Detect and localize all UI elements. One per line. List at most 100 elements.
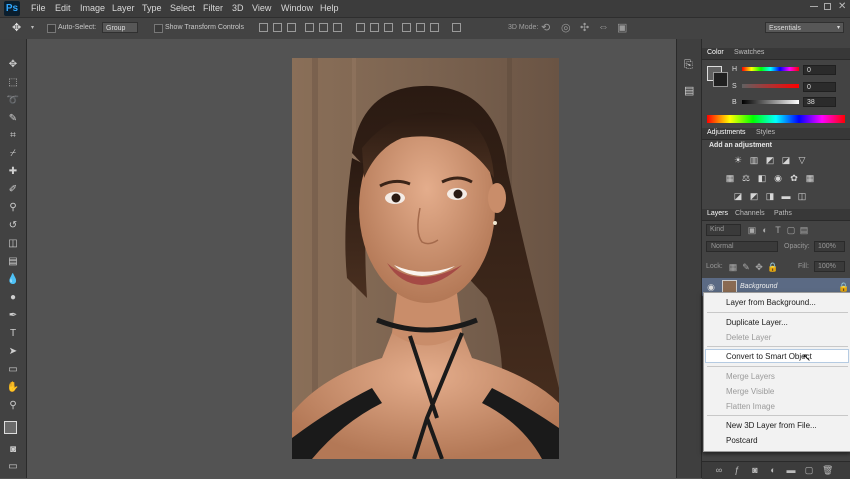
3d-slide-icon[interactable]: ⇔ [598, 21, 609, 33]
auto-select-dropdown[interactable]: Group [102, 22, 138, 33]
menu-filter[interactable]: Filter [203, 3, 223, 13]
filter-kind-dropdown[interactable]: Kind [706, 224, 741, 236]
show-transform-checkbox[interactable] [154, 24, 163, 33]
threshold-icon[interactable]: ◨ [765, 192, 775, 201]
auto-select-checkbox[interactable] [47, 24, 56, 33]
delete-layer-icon[interactable]: 🗑 [822, 466, 833, 475]
saturation-value[interactable]: 0 [803, 82, 836, 92]
menu-item-postcard[interactable]: Postcard [726, 436, 758, 445]
invert-icon[interactable]: ◪ [733, 192, 743, 201]
layer-mask-icon[interactable]: ◙ [750, 466, 760, 475]
exposure-icon[interactable]: ◪ [781, 156, 791, 165]
visibility-eye-icon[interactable]: ◉ [706, 283, 716, 292]
tab-paths[interactable]: Paths [774, 210, 792, 217]
new-adjustment-icon[interactable]: ◐ [768, 466, 778, 475]
gradient-map-icon[interactable]: ▬ [781, 192, 791, 201]
hue-slider[interactable] [742, 67, 799, 71]
menu-type[interactable]: Type [142, 3, 162, 13]
hue-saturation-icon[interactable]: ▦ [725, 174, 735, 183]
link-layers-icon[interactable]: ∞ [714, 466, 724, 475]
menu-layer[interactable]: Layer [112, 3, 135, 13]
menu-item-convert-smart-object[interactable]: Convert to Smart Object [726, 352, 812, 361]
menu-item-merge-layers[interactable]: Merge Layers [726, 372, 775, 381]
marquee-tool-icon[interactable]: ⬚ [5, 76, 21, 90]
color-background-swatch[interactable] [713, 72, 728, 87]
posterize-icon[interactable]: ◩ [749, 192, 759, 201]
clone-stamp-tool-icon[interactable]: ⚲ [5, 201, 21, 215]
menu-item-duplicate-layer[interactable]: Duplicate Layer... [726, 318, 788, 327]
align-left-icon[interactable] [305, 23, 314, 32]
menu-item-delete-layer[interactable]: Delete Layer [726, 333, 771, 342]
dodge-tool-icon[interactable]: ● [5, 291, 21, 305]
tab-layers[interactable]: Layers [707, 210, 728, 217]
color-balance-icon[interactable]: ⚖ [741, 174, 751, 183]
brightness-contrast-icon[interactable]: ☀ [733, 156, 743, 165]
align-vcenter-icon[interactable] [273, 23, 282, 32]
distribute-hcenter-icon[interactable] [416, 23, 425, 32]
quick-select-tool-icon[interactable]: ✎ [5, 112, 21, 126]
zoom-tool-icon[interactable]: ⚲ [5, 399, 21, 413]
levels-icon[interactable]: ▥ [749, 156, 759, 165]
3d-scale-icon[interactable]: ▣ [617, 21, 627, 34]
lock-pixels-icon[interactable]: ✎ [741, 263, 751, 272]
menu-item-layer-from-background[interactable]: Layer from Background... [726, 298, 816, 307]
lock-transparent-icon[interactable]: ▦ [728, 263, 738, 272]
shape-tool-icon[interactable]: ▭ [5, 363, 21, 377]
new-group-icon[interactable]: ▬ [786, 466, 796, 475]
menu-window[interactable]: Window [281, 3, 313, 13]
black-white-icon[interactable]: ◧ [757, 174, 767, 183]
menu-image[interactable]: Image [80, 3, 105, 13]
gradient-tool-icon[interactable]: ▤ [5, 255, 21, 269]
document-image[interactable] [292, 58, 559, 459]
filter-type-icon[interactable]: T [773, 226, 783, 235]
move-tool-icon[interactable]: ✥ [12, 21, 21, 34]
align-right-icon[interactable] [333, 23, 342, 32]
3d-rotate-icon[interactable]: ⟲ [541, 21, 550, 34]
lock-all-icon[interactable]: 🔒 [767, 263, 778, 272]
distribute-bottom-icon[interactable] [384, 23, 393, 32]
saturation-slider[interactable] [742, 84, 799, 88]
align-hcenter-icon[interactable] [319, 23, 328, 32]
menu-item-flatten-image[interactable]: Flatten Image [726, 402, 775, 411]
workspace-dropdown[interactable]: Essentials ▾ [765, 22, 844, 33]
new-layer-icon[interactable]: ▢ [804, 466, 814, 475]
crop-tool-icon[interactable]: ⌗ [5, 129, 21, 143]
filter-smart-object-icon[interactable]: ▤ [799, 226, 809, 235]
path-select-tool-icon[interactable]: ➤ [5, 345, 21, 359]
history-panel-icon[interactable]: ⎘ [684, 59, 693, 72]
brightness-value[interactable]: 38 [803, 97, 836, 107]
menu-3d[interactable]: 3D [232, 3, 244, 13]
distribute-top-icon[interactable] [356, 23, 365, 32]
menu-select[interactable]: Select [170, 3, 195, 13]
blur-tool-icon[interactable]: 💧 [5, 273, 21, 287]
color-lookup-icon[interactable]: ▦ [805, 174, 815, 183]
distribute-left-icon[interactable] [402, 23, 411, 32]
screen-mode-icon[interactable]: ▭ [5, 460, 21, 474]
menu-file[interactable]: File [31, 3, 46, 13]
menu-item-new-3d-layer[interactable]: New 3D Layer from File... [726, 421, 817, 430]
type-tool-icon[interactable]: T [5, 327, 21, 341]
align-bottom-icon[interactable] [287, 23, 296, 32]
foreground-color-swatch[interactable] [4, 421, 17, 434]
menu-help[interactable]: Help [320, 3, 339, 13]
distribute-vcenter-icon[interactable] [370, 23, 379, 32]
tab-swatches[interactable]: Swatches [734, 49, 764, 56]
lasso-tool-icon[interactable]: ➰ [5, 94, 21, 108]
lock-position-icon[interactable]: ✥ [754, 263, 764, 272]
menu-view[interactable]: View [252, 3, 271, 13]
layer-style-icon[interactable]: ƒ [732, 466, 742, 475]
maximize-icon[interactable] [824, 3, 831, 10]
hand-tool-icon[interactable]: ✋ [5, 381, 21, 395]
minimize-icon[interactable] [810, 6, 818, 7]
fill-field[interactable]: 100% [814, 261, 845, 272]
photo-filter-icon[interactable]: ◉ [773, 174, 783, 183]
history-brush-tool-icon[interactable]: ↺ [5, 219, 21, 233]
brush-tool-icon[interactable]: ✐ [5, 183, 21, 197]
pen-tool-icon[interactable]: ✒ [5, 309, 21, 323]
brightness-slider[interactable] [742, 100, 799, 104]
selective-color-icon[interactable]: ◫ [797, 192, 807, 201]
tab-adjustments[interactable]: Adjustments [707, 129, 746, 136]
channel-mixer-icon[interactable]: ✿ [789, 174, 799, 183]
menu-edit[interactable]: Edit [55, 3, 71, 13]
filter-pixel-icon[interactable]: ▣ [747, 226, 757, 235]
